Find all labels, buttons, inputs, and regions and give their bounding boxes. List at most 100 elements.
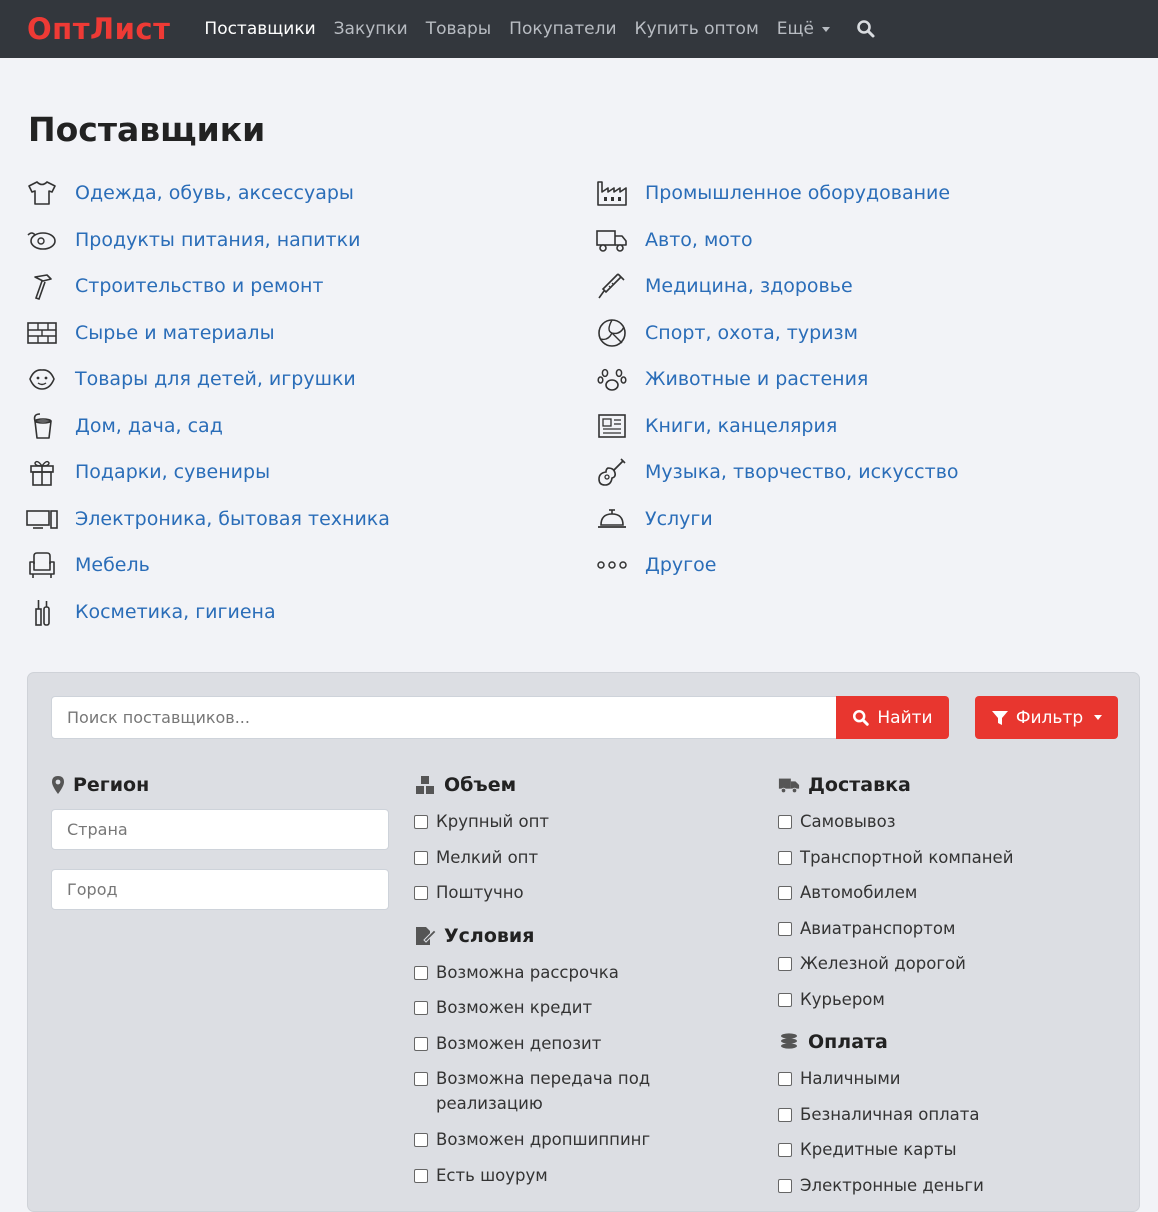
file-signature-icon — [414, 925, 436, 947]
category-item[interactable]: Авто, мото — [594, 217, 959, 264]
checkbox-option[interactable]: Поштучно — [414, 880, 714, 916]
nav-buy-wholesale[interactable]: Купить оптом — [635, 19, 759, 39]
category-label: Медицина, здоровье — [645, 275, 853, 298]
checkbox[interactable] — [778, 921, 792, 936]
checkbox-option[interactable]: Авиатранспортом — [778, 916, 1118, 952]
checkbox-label: Возможна передача под реализацию — [436, 1069, 651, 1113]
nav-buyers[interactable]: Покупатели — [509, 19, 616, 39]
supplier-search-input[interactable]: Поиск поставщиков... — [51, 696, 837, 739]
checkbox-option[interactable]: Возможен дропшиппинг — [414, 1127, 714, 1163]
checkbox[interactable] — [414, 1072, 428, 1086]
nav-suppliers[interactable]: Поставщики — [204, 19, 315, 39]
bricks-icon — [24, 317, 60, 349]
category-item[interactable]: Одежда, обувь, аксессуары — [24, 170, 390, 217]
checkbox-option[interactable]: Безналичная оплата — [778, 1102, 1118, 1138]
checkbox-label: Поштучно — [436, 883, 524, 902]
brand-logo[interactable]: ОптЛист — [27, 12, 170, 46]
nav-purchases[interactable]: Закупки — [334, 19, 408, 39]
checkbox-label: Крупный опт — [436, 812, 550, 831]
checkbox[interactable] — [414, 1001, 428, 1015]
checkbox[interactable] — [778, 1072, 792, 1086]
category-item[interactable]: Подарки, сувениры — [24, 449, 390, 496]
checkbox[interactable] — [414, 1168, 428, 1183]
category-item[interactable]: Медицина, здоровье — [594, 263, 959, 310]
category-item[interactable]: Дом, дача, сад — [24, 403, 390, 450]
category-label: Дом, дача, сад — [75, 414, 223, 437]
category-item[interactable]: Другое — [594, 542, 959, 589]
category-item[interactable]: Животные и растения — [594, 356, 959, 403]
category-label: Спорт, охота, туризм — [645, 321, 858, 344]
filter-button[interactable]: Фильтр — [975, 696, 1118, 739]
checkbox[interactable] — [778, 957, 792, 971]
category-item[interactable]: Промышленное оборудование — [594, 170, 959, 217]
checkbox-option[interactable]: Есть шоурум — [414, 1163, 714, 1199]
checkbox-option[interactable]: Возможен депозит — [414, 1031, 714, 1067]
boxes-icon — [414, 774, 436, 796]
checkbox[interactable] — [778, 1107, 792, 1122]
category-item[interactable]: Услуги — [594, 496, 959, 543]
category-item[interactable]: Сырье и материалы — [24, 310, 390, 357]
category-item[interactable]: Электроника, бытовая техника — [24, 496, 390, 543]
checkbox[interactable] — [414, 1133, 428, 1147]
checkbox[interactable] — [414, 815, 428, 829]
find-button[interactable]: Найти — [836, 696, 949, 739]
checkbox-option[interactable]: Автомобилем — [778, 880, 1118, 916]
checkbox-option[interactable]: Мелкий опт — [414, 845, 714, 881]
checkbox-option[interactable]: Транспортной компаней — [778, 845, 1118, 881]
checkbox-option[interactable]: Самовывоз — [778, 809, 1118, 845]
chevron-down-icon — [821, 26, 830, 32]
category-label: Мебель — [75, 554, 150, 577]
country-field[interactable]: Страна — [51, 809, 389, 850]
coins-icon — [778, 1031, 800, 1053]
checkbox-option[interactable]: Курьером — [778, 987, 1118, 1023]
checkbox[interactable] — [778, 886, 792, 900]
category-label: Товары для детей, игрушки — [75, 368, 356, 391]
category-item[interactable]: Товары для детей, игрушки — [24, 356, 390, 403]
region-title: Регион — [73, 774, 150, 796]
checkbox-label: Курьером — [800, 989, 885, 1009]
category-item[interactable]: Музыка, творчество, искусство — [594, 449, 959, 496]
category-list-left: Одежда, обувь, аксессуары Продукты питан… — [24, 170, 390, 635]
paw-icon — [594, 363, 630, 395]
nav-more-dropdown[interactable]: Ещё — [777, 19, 830, 39]
checkbox-option[interactable]: Возможен кредит — [414, 995, 714, 1031]
checkbox-label: Возможен дропшиппинг — [436, 1130, 651, 1149]
checkbox[interactable] — [778, 850, 792, 865]
checkbox[interactable] — [414, 1036, 428, 1051]
category-item[interactable]: Книги, канцелярия — [594, 403, 959, 450]
truck-icon — [778, 774, 800, 796]
category-item[interactable]: Продукты питания, напитки — [24, 217, 390, 264]
category-item[interactable]: Спорт, охота, туризм — [594, 310, 959, 357]
funnel-icon — [991, 710, 1008, 725]
checkbox[interactable] — [778, 992, 792, 1007]
volume-title: Объем — [444, 774, 517, 796]
checkbox-option[interactable]: Наличными — [778, 1066, 1118, 1102]
category-label: Промышленное оборудование — [645, 182, 951, 205]
category-label: Косметика, гигиена — [75, 600, 276, 623]
checkbox-option[interactable]: Железной дорогой — [778, 951, 1118, 987]
checkbox[interactable] — [778, 815, 792, 829]
chevron-down-icon — [1094, 715, 1103, 720]
checkbox[interactable] — [778, 1178, 792, 1193]
checkbox[interactable] — [414, 850, 428, 865]
factory-icon — [594, 177, 630, 209]
checkbox-option[interactable]: Возможна передача под реализацию — [414, 1066, 714, 1127]
category-item[interactable]: Косметика, гигиена — [24, 589, 390, 636]
nav-products[interactable]: Товары — [426, 19, 491, 39]
checkbox[interactable] — [414, 886, 428, 900]
volume-conditions-filter: Объем Крупный опт Мелкий опт Поштучно Ус… — [414, 771, 714, 1198]
city-field[interactable]: Город — [51, 869, 389, 910]
checkbox-label: Автомобилем — [800, 883, 918, 902]
checkbox[interactable] — [414, 965, 428, 980]
filter-panel: Поиск поставщиков... Найти Фильтр Регион… — [27, 672, 1140, 1212]
region-filter: Регион Страна Город — [51, 771, 389, 929]
checkbox-option[interactable]: Возможна рассрочка — [414, 960, 714, 996]
category-item[interactable]: Строительство и ремонт — [24, 263, 390, 310]
checkbox-option[interactable]: Электронные деньги — [778, 1173, 1118, 1209]
search-icon[interactable] — [856, 19, 876, 39]
checkbox-option[interactable]: Кредитные карты — [778, 1137, 1118, 1173]
checkbox-option[interactable]: Крупный опт — [414, 809, 714, 845]
category-label: Книги, канцелярия — [645, 414, 838, 437]
checkbox[interactable] — [778, 1143, 792, 1157]
category-item[interactable]: Мебель — [24, 542, 390, 589]
